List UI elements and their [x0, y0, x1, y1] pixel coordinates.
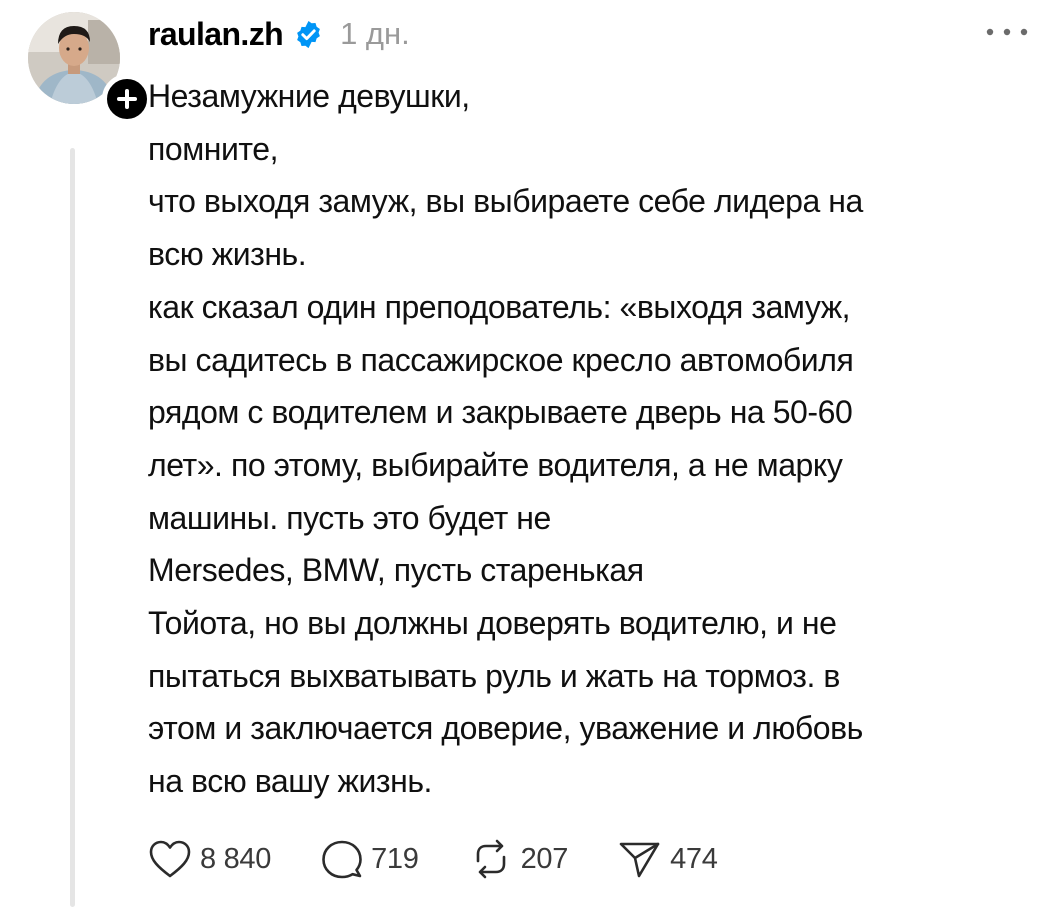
post-header: raulan.zh 1 дн. [148, 10, 410, 58]
thread-line [70, 148, 75, 907]
repost-button[interactable]: 207 [469, 839, 569, 879]
action-bar: 8 840 719 207 474 [148, 836, 768, 882]
post-text-line: пытаться выхватывать руль и жать на торм… [148, 657, 840, 694]
ellipsis-icon[interactable] [984, 24, 1030, 40]
reply-button[interactable]: 719 [321, 839, 419, 879]
share-count: 474 [670, 842, 718, 875]
repost-count: 207 [520, 842, 569, 875]
post-text: Незамужние девушки, помните, что выходя … [148, 70, 1028, 808]
paper-plane-icon [619, 842, 660, 878]
post-text-line: машины. пусть это будет не [148, 499, 551, 536]
reply-count: 719 [371, 842, 419, 875]
share-button[interactable]: 474 [618, 839, 718, 879]
post-text-line: Mersedes, BMW, пусть старенькая [148, 552, 644, 589]
post-text-line: всю жизнь. [148, 236, 307, 273]
verified-badge-icon [297, 20, 320, 48]
username-link[interactable]: raulan.zh [148, 16, 284, 53]
post-text-line: Незамужние девушки, [148, 78, 470, 114]
speech-bubble-icon [322, 840, 362, 879]
post-text-line: помните, [148, 130, 279, 167]
post-text-line: на всю вашу жизнь. [148, 763, 432, 800]
heart-icon [149, 840, 191, 878]
post-text-line: рядом с водителем и закрываете дверь на … [148, 394, 853, 431]
like-button[interactable]: 8 840 [148, 839, 271, 879]
follow-button[interactable] [102, 74, 152, 124]
post-text-line: вы садитесь в пассажирское кресло автомо… [148, 341, 854, 378]
author-avatar-group [28, 12, 152, 124]
post-text-line: что выходя замуж, вы выбираете себе лиде… [148, 183, 863, 220]
post-text-line: лет». по этому, выбирайте водителя, а не… [148, 446, 843, 483]
post-timestamp: 1 дн. [340, 16, 410, 51]
post-text-line: Тойота, но вы должны доверять водителю, … [148, 605, 837, 642]
post-text-line: как сказал один преподователь: «выходя з… [148, 288, 851, 325]
post-text-line: этом и заключается доверие, уважение и л… [148, 710, 863, 747]
repost-arrows-icon [476, 839, 505, 879]
like-count: 8 840 [200, 842, 272, 875]
